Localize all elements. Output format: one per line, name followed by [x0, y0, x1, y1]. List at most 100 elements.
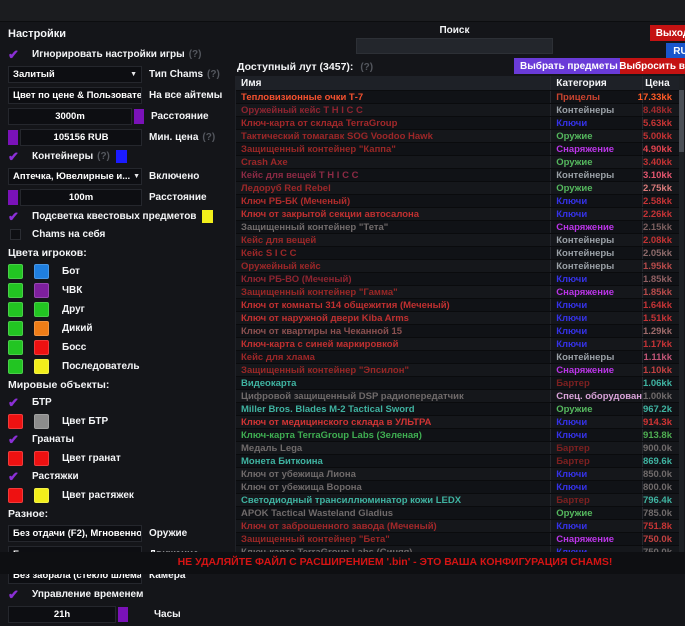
column-header-name[interactable]: Имя: [236, 78, 550, 89]
loot-row[interactable]: Монета БиткоинаБартер869.6k: [236, 455, 683, 468]
loot-row[interactable]: Кейс для вещейКонтейнеры2.08kk: [236, 234, 683, 247]
loot-row[interactable]: Защищенный контейнер "Тета"Снаряжение2.1…: [236, 221, 683, 234]
item-name: Монета Биткоина: [236, 456, 550, 467]
loot-row[interactable]: Кейс для хламаКонтейнеры1.11kk: [236, 351, 683, 364]
loot-row[interactable]: Тактический томагавк SOG Voodoo HawkОруж…: [236, 130, 683, 143]
grenades-label: Гранаты: [32, 434, 74, 445]
ignore-game-settings-checkbox[interactable]: ✔: [8, 48, 26, 62]
loot-row[interactable]: APOK Tactical Wasteland GladiusОружие785…: [236, 507, 683, 520]
loot-row[interactable]: Crash AxeОружие3.40kk: [236, 156, 683, 169]
loot-row[interactable]: Ключ-карта от склада TerraGroupКлючи5.63…: [236, 117, 683, 130]
loot-row[interactable]: Ключ-карта с синей маркировкойКлючи1.17k…: [236, 338, 683, 351]
color-btr-row: Цвет БТР: [8, 413, 232, 429]
color-tripwires-swatch-2[interactable]: [34, 488, 49, 503]
loot-row[interactable]: Ключ от убежища ВоронаКлючи800.0k: [236, 481, 683, 494]
item-price: 3.40kk: [642, 156, 683, 168]
item-price: 1.85kk: [642, 286, 683, 298]
loot-row[interactable]: Ключ от квартиры на Чеканной 15Ключи1.29…: [236, 325, 683, 338]
item-price: 2.08kk: [642, 234, 683, 246]
item-price: 1.85kk: [642, 273, 683, 285]
chams-self-checkbox[interactable]: [8, 228, 26, 242]
item-price: 1.17kk: [642, 338, 683, 350]
hours-input[interactable]: 21h: [8, 606, 116, 623]
loot-row[interactable]: Защищенный контейнер "Гамма"Снаряжение1.…: [236, 286, 683, 299]
dump-all-button[interactable]: Выбросить все: [620, 58, 685, 74]
loot-row[interactable]: Оружейный кейс T H I C CКонтейнеры8.48kk: [236, 104, 683, 117]
item-category: Контейнеры: [550, 234, 642, 246]
quest-highlight-color-swatch[interactable]: [202, 210, 213, 223]
exit-button[interactable]: Выход: [650, 25, 685, 41]
containers-checkbox[interactable]: ✔: [8, 150, 26, 164]
loot-row[interactable]: Тепловизионные очки Т-7Прицелы17.33kk: [236, 91, 683, 104]
loot-row[interactable]: Ключ от убежища ЛионаКлючи850.0k: [236, 468, 683, 481]
color-follower-swatch-1[interactable]: [8, 359, 23, 374]
quest-highlight-checkbox[interactable]: ✔: [8, 210, 26, 224]
containers-distance-color-swatch[interactable]: [8, 190, 18, 205]
hours-color-swatch[interactable]: [118, 607, 128, 622]
color-grenades-swatch-1[interactable]: [8, 451, 23, 466]
chams-type-dropdown[interactable]: Залитый▼: [8, 66, 142, 83]
color-boss-swatch-2[interactable]: [34, 340, 49, 355]
color-pmc-swatch-1[interactable]: [8, 283, 23, 298]
loot-row[interactable]: Оружейный кейсКонтейнеры1.95kk: [236, 260, 683, 273]
loot-row[interactable]: Кейс для вещей T H I C CКонтейнеры3.10kk: [236, 169, 683, 182]
loot-row[interactable]: Ключ-карта TerraGroup Labs (Зеленая)Ключ…: [236, 429, 683, 442]
color-follower-swatch-2[interactable]: [34, 359, 49, 374]
loot-row[interactable]: Miller Bros. Blades M-2 Tactical SwordОр…: [236, 403, 683, 416]
loot-row[interactable]: Защищенный контейнер "Каппа"Снаряжение4.…: [236, 143, 683, 156]
language-button[interactable]: RU: [666, 43, 685, 59]
color-btr-swatch-2[interactable]: [34, 414, 49, 429]
loot-row[interactable]: Кейс S I C CКонтейнеры2.05kk: [236, 247, 683, 260]
loot-row[interactable]: Ключ от комнаты 314 общежития (Меченый)К…: [236, 299, 683, 312]
loot-row[interactable]: Ключ от медицинского склада в УЛЬТРАКлюч…: [236, 416, 683, 429]
table-scrollbar[interactable]: [679, 76, 684, 552]
loot-row[interactable]: Ключ от наружной двери Kiba ArmsКлючи1.5…: [236, 312, 683, 325]
color-scav-swatch-2[interactable]: [34, 321, 49, 336]
color-bot-swatch-2[interactable]: [34, 264, 49, 279]
color-boss-swatch-1[interactable]: [8, 340, 23, 355]
color-friend-swatch-1[interactable]: [8, 302, 23, 317]
containers-filter-dropdown[interactable]: Аптечка, Ювелирные и...▼: [8, 168, 142, 185]
distance-color-swatch[interactable]: [134, 109, 144, 124]
loot-row[interactable]: Ключ от заброшенного завода (Меченый)Клю…: [236, 520, 683, 533]
all-items-mode-dropdown[interactable]: Цвет по цене & Пользователь▼: [8, 87, 142, 104]
loot-row[interactable]: Защищенный контейнер "Бета"Снаряжение750…: [236, 533, 683, 546]
color-follower-row: Последователь: [8, 358, 232, 374]
loot-row[interactable]: ВидеокартаБартер1.06kk: [236, 377, 683, 390]
item-category: Ключи: [550, 429, 642, 441]
color-friend-swatch-2[interactable]: [34, 302, 49, 317]
scrollbar-thumb[interactable]: [679, 90, 684, 152]
loot-row[interactable]: Ключ РБ-ВО (Меченый)Ключи1.85kk: [236, 273, 683, 286]
containers-color-swatch[interactable]: [116, 150, 127, 163]
time-control-checkbox[interactable]: ✔: [8, 588, 26, 602]
loot-row[interactable]: Медаль LegaБартер900.0k: [236, 442, 683, 455]
search-input[interactable]: [356, 38, 553, 54]
loot-row[interactable]: Ледоруб Red RebelОружие2.75kk: [236, 182, 683, 195]
loot-row[interactable]: Цифровой защищенный DSP радиопередатчикС…: [236, 390, 683, 403]
color-btr-swatch-1[interactable]: [8, 414, 23, 429]
loot-row[interactable]: Защищенный контейнер "Эпсилон"Снаряжение…: [236, 364, 683, 377]
item-name: Защищенный контейнер "Бета": [236, 534, 550, 545]
distance-input[interactable]: 3000m: [8, 108, 132, 125]
color-bot-swatch-1[interactable]: [8, 264, 23, 279]
loot-row[interactable]: Ключ РБ-БК (Меченый)Ключи2.58kk: [236, 195, 683, 208]
color-pmc-swatch-2[interactable]: [34, 283, 49, 298]
color-grenades-swatch-2[interactable]: [34, 451, 49, 466]
item-name: Защищенный контейнер "Гамма": [236, 287, 550, 298]
loot-row[interactable]: Ключ от закрытой секции автосалонаКлючи2…: [236, 208, 683, 221]
weapon-mode-row: Без отдачи (F2), Мгновенное п▼Оружие: [8, 524, 232, 542]
min-price-input[interactable]: 105156 RUB: [20, 129, 142, 146]
column-header-price[interactable]: Цена: [642, 76, 683, 90]
grenades-checkbox[interactable]: ✔: [8, 433, 26, 447]
color-scav-swatch-1[interactable]: [8, 321, 23, 336]
loot-row[interactable]: Светодиодный трансиллюминатор кожи LEDXБ…: [236, 494, 683, 507]
color-tripwires-swatch-1[interactable]: [8, 488, 23, 503]
btr-checkbox[interactable]: ✔: [8, 396, 26, 410]
containers-distance-input[interactable]: 100m: [20, 189, 142, 206]
min-price-color-swatch[interactable]: [8, 130, 18, 145]
time-control-row: ✔Управление временем: [8, 587, 232, 602]
tripwires-checkbox[interactable]: ✔: [8, 470, 26, 484]
column-header-category[interactable]: Категория: [550, 76, 642, 90]
item-category: Бартер: [550, 494, 642, 506]
weapon-mode-dropdown[interactable]: Без отдачи (F2), Мгновенное п▼: [8, 525, 142, 542]
